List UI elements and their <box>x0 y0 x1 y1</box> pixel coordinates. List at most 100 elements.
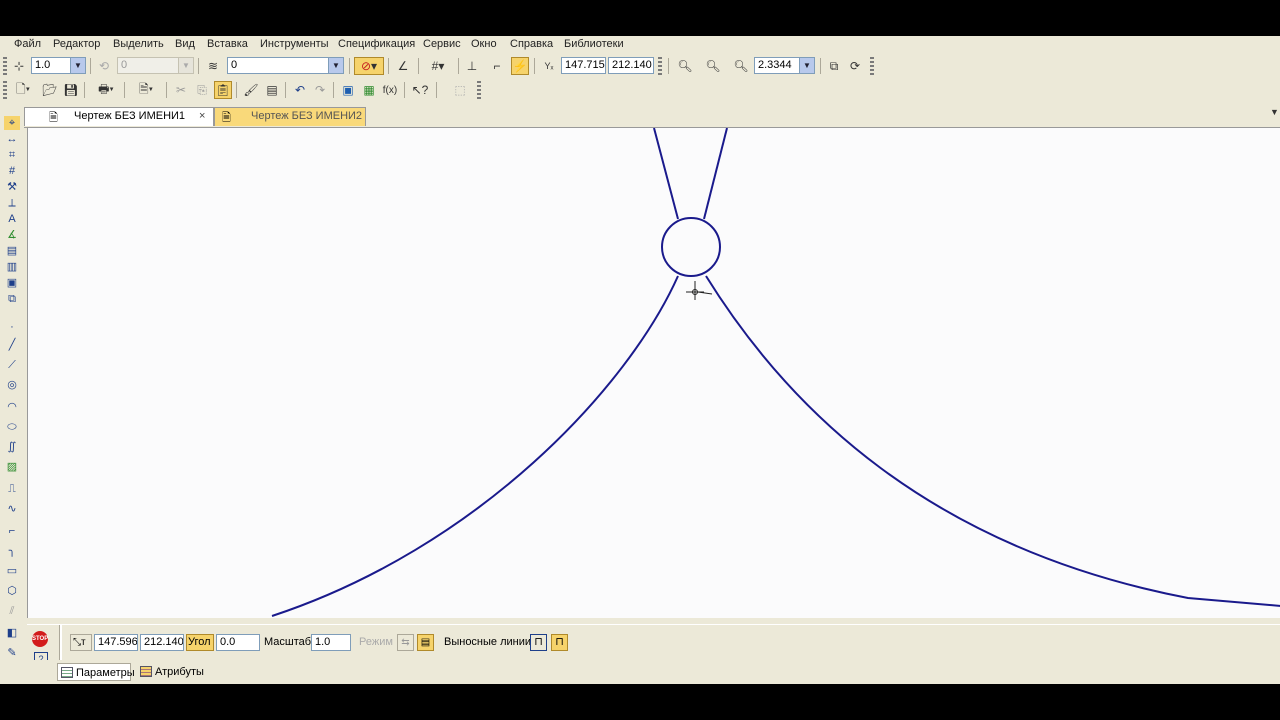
variables-icon[interactable]: f(x) <box>381 81 399 99</box>
contour-icon[interactable]: ⎍ <box>4 482 20 496</box>
polyline-icon[interactable]: ⌐ <box>4 524 20 538</box>
copy-properties-icon[interactable]: 🖌︎ <box>242 81 260 99</box>
tab-drawing-1[interactable]: 🗎 Чертеж БЕЗ ИМЕНИ1 × <box>24 107 214 126</box>
save-icon[interactable]: 💾︎ <box>62 81 80 99</box>
designations-icon[interactable]: ⌗ <box>4 148 20 162</box>
menu-view[interactable]: Вид <box>175 38 195 50</box>
hatch-icon[interactable]: ▨ <box>4 460 20 474</box>
tab-attributes[interactable]: Атрибуты <box>137 663 225 681</box>
step-dropdown-arrow[interactable]: ▼ <box>70 57 86 74</box>
copy-icon[interactable]: ⎘ <box>193 81 211 99</box>
layer-panel-icon[interactable]: ◧ <box>4 626 20 640</box>
toolbar-grip[interactable] <box>3 57 7 75</box>
stop-icon[interactable]: STOP <box>32 631 48 647</box>
ortho-mode-icon[interactable]: ⌐ <box>488 57 506 75</box>
zoom-window-icon[interactable]: 🔍︎ <box>676 57 694 75</box>
toolbar-grip[interactable] <box>870 57 874 75</box>
dimensions-icon[interactable]: ↔ <box>4 132 20 146</box>
step-icon[interactable]: ⊹ <box>10 57 28 75</box>
layer-dropdown-arrow[interactable]: ▼ <box>328 57 344 74</box>
geometry-icon[interactable]: ⌖ <box>4 116 20 130</box>
coord-y-field[interactable]: 212.140 <box>608 57 654 74</box>
undo-icon[interactable]: ↶ <box>291 81 309 99</box>
menu-tools[interactable]: Инструменты <box>260 38 329 50</box>
point-icon[interactable]: · <box>4 320 20 334</box>
reports-icon[interactable]: ▥ <box>4 260 20 274</box>
preview-icon[interactable]: 🗎▾ <box>131 81 161 99</box>
ellipse-icon[interactable]: ⬭ <box>4 420 20 434</box>
tabs-scroll-icon[interactable]: ▼ <box>1270 107 1279 117</box>
orthogonal-icon[interactable]: ∠ <box>394 57 412 75</box>
rectangle-icon[interactable]: ▭ <box>4 564 20 578</box>
left-curve[interactable] <box>271 275 679 617</box>
cut-icon[interactable]: ✂ <box>172 81 190 99</box>
insert-icon[interactable]: ▣ <box>4 276 20 290</box>
tab-drawing-2[interactable]: 🗎 Чертеж БЕЗ ИМЕНИ2 <box>214 107 366 126</box>
menu-window[interactable]: Окно <box>471 38 497 50</box>
open-icon[interactable]: 📂︎ <box>41 81 59 99</box>
drawing-canvas[interactable] <box>27 127 1280 618</box>
toolbar-grip[interactable] <box>477 81 481 99</box>
spline-icon[interactable]: ∿ <box>4 502 20 516</box>
angle-field[interactable]: 0.0 <box>216 634 260 651</box>
angle-label[interactable]: Угол <box>186 634 214 651</box>
refresh-icon[interactable]: ⟳ <box>846 57 864 75</box>
mode-active-icon[interactable]: ▤ <box>417 634 434 651</box>
redo-icon[interactable]: ↷ <box>311 81 329 99</box>
menu-insert[interactable]: Вставка <box>207 38 248 50</box>
select-icon[interactable]: A <box>4 212 20 226</box>
zoom-out-icon[interactable]: 🔍︎ <box>704 57 722 75</box>
parametrization-icon[interactable]: ⚒ <box>4 180 20 194</box>
menu-libraries[interactable]: Библиотеки <box>564 38 624 50</box>
x-field[interactable]: 147.596 <box>94 634 138 651</box>
aux-line-icon[interactable]: ╱ <box>4 338 20 352</box>
right-curve[interactable] <box>705 275 1280 607</box>
circle-shape[interactable] <box>661 217 721 277</box>
manager-icon[interactable]: ▣ <box>339 81 357 99</box>
properties-icon[interactable]: ▤ <box>263 81 281 99</box>
close-icon[interactable]: × <box>199 108 205 125</box>
polygon-icon[interactable]: ⬡ <box>4 584 20 598</box>
snap-magnet-icon[interactable]: ⊘ ▾ <box>354 57 384 75</box>
zoom-dropdown-arrow[interactable]: ▼ <box>799 57 815 74</box>
edit-icon[interactable]: # <box>4 164 20 178</box>
equidistant-icon[interactable]: ∬ <box>4 440 20 454</box>
segment-icon[interactable]: ⟋ <box>4 358 20 372</box>
fillet-icon[interactable]: ╮ <box>4 544 20 558</box>
top-right-line[interactable] <box>703 127 728 220</box>
coord-x-field[interactable]: 147.715 <box>561 57 606 74</box>
y-field[interactable]: 212.140 <box>140 634 184 651</box>
grid-icon[interactable]: #▾ <box>424 57 452 75</box>
toolbar-grip[interactable] <box>658 57 662 75</box>
layer-field[interactable]: 0 <box>227 57 331 74</box>
macro-icon[interactable]: ⧉ <box>4 292 20 306</box>
step-field[interactable]: 1.0 <box>31 57 73 74</box>
extension-lines-both-icon[interactable]: ⊓ <box>530 634 547 651</box>
scale-field[interactable]: 1.0 <box>311 634 351 651</box>
zoom-field[interactable]: 2.3344 <box>754 57 800 74</box>
point-toggle[interactable]: ⤡т <box>70 634 92 651</box>
snap-active-icon[interactable]: ⚡ <box>511 57 529 75</box>
menu-service[interactable]: Сервис <box>423 38 461 50</box>
top-left-line[interactable] <box>653 127 679 220</box>
extension-lines-active-icon[interactable]: ⊓ <box>551 634 568 651</box>
menu-help[interactable]: Справка <box>510 38 553 50</box>
menu-edit[interactable]: Редактор <box>53 38 100 50</box>
menu-select[interactable]: Выделить <box>113 38 164 50</box>
layers-icon[interactable]: ≋ <box>204 57 222 75</box>
show-all-icon[interactable]: ⧉ <box>825 57 843 75</box>
paste-icon[interactable]: 📋︎ <box>214 81 232 99</box>
library-icon[interactable]: ▦ <box>360 81 378 99</box>
arc-icon[interactable]: ◠ <box>4 400 20 414</box>
print-icon[interactable]: 🖶▾ <box>92 81 120 99</box>
circle-icon[interactable]: ◎ <box>4 378 20 392</box>
help-icon[interactable]: ↖? <box>409 81 431 99</box>
spec-icon[interactable]: ▤ <box>4 244 20 258</box>
new-file-icon[interactable]: 🗋▾ <box>10 81 36 99</box>
mode-icon[interactable]: ⇆ <box>397 634 414 651</box>
measure-icon[interactable]: ⟂ <box>4 196 20 210</box>
local-cs-icon[interactable]: ⊥ <box>463 57 481 75</box>
toolbar-grip[interactable] <box>3 81 7 99</box>
menu-specification[interactable]: Спецификация <box>338 38 415 50</box>
tab-parameters[interactable]: Параметры <box>57 663 135 681</box>
